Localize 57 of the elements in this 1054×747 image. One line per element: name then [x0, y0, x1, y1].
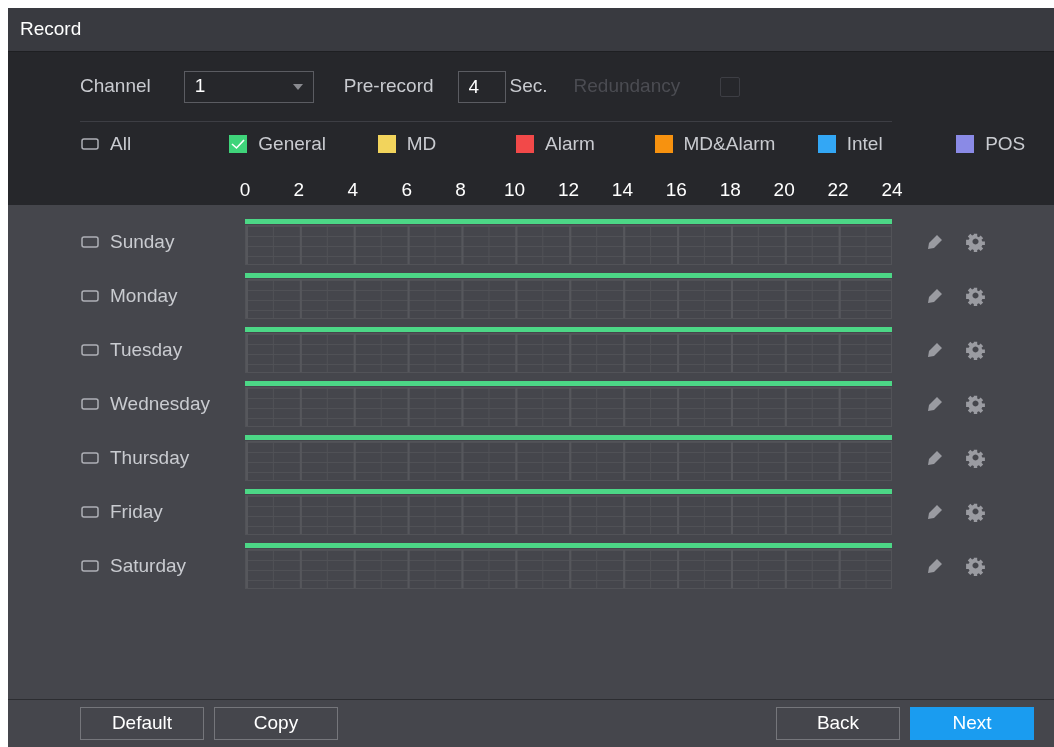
- legend-label: General: [258, 131, 326, 156]
- unit-label: Sec.: [509, 74, 548, 99]
- channel-dropdown[interactable]: 1: [183, 70, 314, 103]
- legend-swatch[interactable]: [515, 134, 536, 154]
- legend-swatch[interactable]: [376, 134, 397, 154]
- pencil-icon[interactable]: [926, 287, 944, 305]
- hour-label: 16: [665, 178, 687, 202]
- hour-label: 12: [557, 178, 580, 202]
- hour-label: 22: [827, 178, 849, 202]
- legend-swatch[interactable]: [653, 134, 674, 154]
- field-label: Pre-record: [343, 74, 434, 99]
- pencil-icon[interactable]: [926, 557, 944, 575]
- pencil-icon[interactable]: [926, 395, 944, 413]
- day-label: Monday: [110, 283, 178, 308]
- legend-swatch[interactable]: [955, 134, 976, 154]
- legend-label: MD: [406, 131, 437, 156]
- day-label: Friday: [110, 499, 163, 524]
- gear-icon[interactable]: [966, 394, 985, 414]
- legend-label: MD&Alarm: [683, 131, 776, 156]
- hour-label: 20: [773, 178, 795, 202]
- day-label: Sunday: [110, 229, 175, 254]
- hour-label: 6: [401, 178, 413, 202]
- footer-button[interactable]: Copy: [214, 707, 338, 740]
- legend-label: All: [110, 131, 132, 156]
- gear-icon[interactable]: [966, 502, 985, 522]
- hour-label: 4: [347, 178, 359, 202]
- day-label: Saturday: [110, 553, 187, 578]
- pencil-icon[interactable]: [926, 233, 944, 251]
- hour-label: 0: [239, 178, 251, 202]
- day-label: Tuesday: [110, 337, 183, 362]
- pencil-icon[interactable]: [926, 449, 944, 467]
- footer-button[interactable]: Back: [776, 707, 900, 740]
- pencil-icon[interactable]: [926, 503, 944, 521]
- hour-label: 2: [293, 178, 305, 202]
- hour-label: 14: [611, 178, 633, 202]
- caret-icon: [292, 83, 303, 90]
- hour-label: 24: [881, 178, 903, 202]
- prerecord-field[interactable]: 4: [457, 70, 506, 103]
- pencil-icon[interactable]: [926, 341, 944, 359]
- gear-icon[interactable]: [966, 556, 985, 576]
- hour-label: 8: [455, 178, 466, 202]
- field-label: Channel: [80, 74, 151, 99]
- legend-swatch[interactable]: [816, 134, 837, 154]
- legend-swatch[interactable]: [228, 134, 249, 154]
- hour-label: 10: [504, 178, 526, 202]
- legend-label: Alarm: [545, 131, 595, 156]
- hour-label: 18: [719, 178, 741, 202]
- gear-icon[interactable]: [966, 448, 985, 468]
- gear-icon[interactable]: [966, 232, 985, 252]
- gear-icon[interactable]: [966, 340, 985, 360]
- gear-icon[interactable]: [966, 286, 985, 306]
- footer-button[interactable]: Default: [80, 707, 204, 740]
- day-label: Thursday: [110, 445, 190, 470]
- legend-label: POS: [985, 131, 1026, 156]
- legend-label: Intel: [846, 131, 883, 156]
- day-label: Wednesday: [110, 391, 210, 416]
- window-title: Record: [8, 8, 1054, 52]
